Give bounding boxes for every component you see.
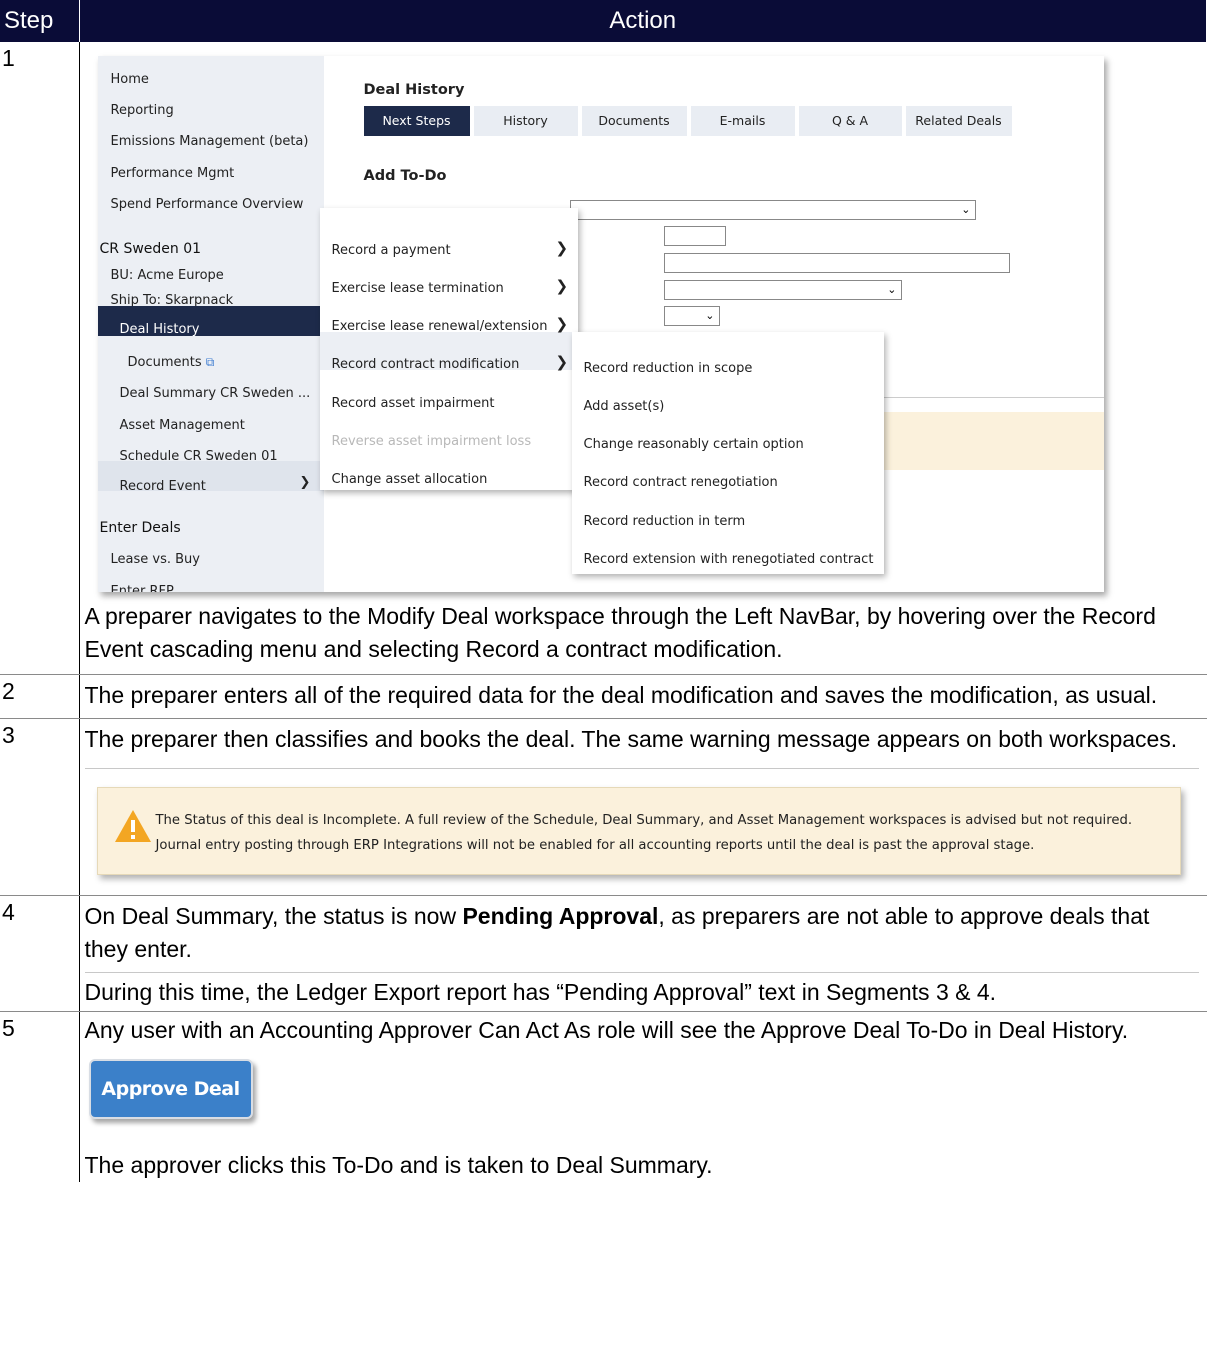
submenu-item-change-option[interactable]: Change reasonably certain option: [584, 428, 804, 461]
left-navbar: Home Reporting Emissions Management (bet…: [97, 56, 324, 592]
tab-related-deals[interactable]: Related Deals: [905, 106, 1012, 136]
nav-enter-deals: Enter Deals: [99, 520, 181, 536]
step-description: On Deal Summary, the status is now Pendi…: [84, 903, 1150, 962]
nav-deal-history-selected[interactable]: Deal History: [97, 306, 324, 337]
step-note: The approver clicks this To-Do and is ta…: [84, 1152, 713, 1178]
step-number: 3: [0, 718, 80, 896]
nav-emissions[interactable]: Emissions Management (beta): [111, 125, 309, 158]
tab-next-steps[interactable]: Next Steps: [363, 106, 470, 136]
menu-item-lease-renewal[interactable]: Exercise lease renewal/extension: [332, 310, 548, 343]
divider: [84, 768, 1199, 769]
contract-modification-submenu: Record reduction in scope Add asset(s) C…: [571, 332, 884, 576]
divider: [84, 972, 1199, 973]
step-number: 5: [0, 1011, 80, 1182]
chevron-right-icon: ❯: [555, 277, 569, 295]
menu-item-record-payment[interactable]: Record a payment: [332, 234, 451, 267]
steps-table: Step Action 1 Home Reporting Emissions M…: [0, 0, 1207, 1182]
step-action: Home Reporting Emissions Management (bet…: [79, 42, 1207, 675]
date-field[interactable]: [663, 226, 726, 246]
page-title: Deal History: [363, 82, 465, 98]
event-type-select[interactable]: ⌄: [569, 200, 976, 220]
tab-history[interactable]: History: [473, 106, 578, 136]
menu-item-lease-termination[interactable]: Exercise lease termination: [332, 272, 504, 305]
chevron-down-icon: ⌄: [887, 283, 897, 296]
tab-documents[interactable]: Documents: [581, 106, 687, 136]
priority-select[interactable]: ⌄: [663, 306, 720, 326]
status-pending-approval: Pending Approval: [462, 903, 659, 929]
add-todo-heading: Add To-Do: [363, 168, 447, 184]
nav-asset-mgmt[interactable]: Asset Management: [120, 409, 245, 442]
step-description: The preparer then classifies and books t…: [84, 726, 1178, 752]
warning-text: The Status of this deal is Incomplete. A…: [155, 813, 1133, 853]
menu-item-reverse-impairment: Reverse asset impairment loss: [331, 434, 532, 449]
popout-icon: ⧉: [205, 355, 215, 369]
nav-reporting[interactable]: Reporting: [111, 94, 174, 127]
step-row-3: 3 The preparer then classifies and books…: [0, 718, 1207, 896]
warning-message: The Status of this deal is Incomplete. A…: [96, 787, 1181, 875]
submenu-item-renegotiation[interactable]: Record contract renegotiation: [584, 466, 778, 499]
step-row-1: 1 Home Reporting Emissions Management (b…: [0, 42, 1207, 675]
nav-documents[interactable]: Documents ⧉: [128, 346, 215, 379]
step-description: A preparer navigates to the Modify Deal …: [84, 603, 1156, 662]
step-number: 1: [0, 42, 80, 675]
nav-performance[interactable]: Performance Mgmt: [111, 157, 235, 190]
tab-qa[interactable]: Q & A: [798, 106, 902, 136]
step-row-4: 4 On Deal Summary, the status is now Pen…: [0, 895, 1207, 1012]
step-number: 4: [0, 895, 80, 1012]
menu-item-contract-modification[interactable]: Record contract modification: [332, 348, 520, 381]
submenu-item-reduction-term[interactable]: Record reduction in term: [584, 505, 746, 538]
nav-lease-vs-buy[interactable]: Lease vs. Buy: [111, 543, 200, 576]
step-number: 2: [0, 674, 80, 719]
step-column-header: Step: [0, 0, 80, 42]
divider: [863, 397, 1104, 398]
step-description: Any user with an Accounting Approver Can…: [84, 1017, 1129, 1043]
nav-deal-summary[interactable]: Deal Summary CR Sweden ...: [120, 377, 311, 410]
step-row-2: 2 The preparer enters all of the require…: [0, 674, 1207, 719]
warning-icon: [114, 810, 151, 842]
record-event-menu: Record a payment ❯ Exercise lease termin…: [319, 208, 578, 490]
chevron-right-icon: ❯: [555, 315, 569, 333]
nav-spend[interactable]: Spend Performance Overview: [111, 188, 304, 221]
menu-item-change-allocation[interactable]: Change asset allocation: [332, 463, 488, 496]
nav-record-event[interactable]: Record Event: [120, 470, 206, 503]
chevron-right-icon: ❯: [555, 353, 569, 371]
nav-enter-rfp[interactable]: Enter RFP: [111, 575, 174, 592]
app-panel: Home Reporting Emissions Management (bet…: [97, 56, 1104, 592]
tab-emails[interactable]: E-mails: [690, 106, 795, 136]
chevron-right-icon: ❯: [299, 475, 311, 490]
approve-deal-button[interactable]: Approve Deal: [88, 1059, 253, 1119]
submenu-item-extension[interactable]: Record extension with renegotiated contr…: [584, 543, 874, 576]
chevron-down-icon: ⌄: [705, 309, 715, 322]
step-note: During this time, the Ledger Export repo…: [84, 979, 997, 1005]
submenu-item-add-assets[interactable]: Add asset(s): [584, 390, 665, 423]
assign-select[interactable]: ⌄: [663, 280, 902, 300]
menu-item-asset-impairment[interactable]: Record asset impairment: [332, 387, 495, 420]
chevron-down-icon: ⌄: [961, 203, 971, 216]
action-column-header: Action: [79, 0, 1207, 42]
step-description: The preparer enters all of the required …: [84, 682, 1158, 708]
chevron-right-icon: ❯: [555, 239, 569, 257]
navigation-screenshot: Home Reporting Emissions Management (bet…: [85, 42, 1205, 600]
description-field[interactable]: [663, 253, 1010, 273]
step-row-5: 5 Any user with an Accounting Approver C…: [0, 1011, 1207, 1182]
submenu-item-reduction-scope[interactable]: Record reduction in scope: [584, 352, 753, 385]
nav-home[interactable]: Home: [111, 63, 149, 96]
warning-strip: [863, 412, 1104, 470]
